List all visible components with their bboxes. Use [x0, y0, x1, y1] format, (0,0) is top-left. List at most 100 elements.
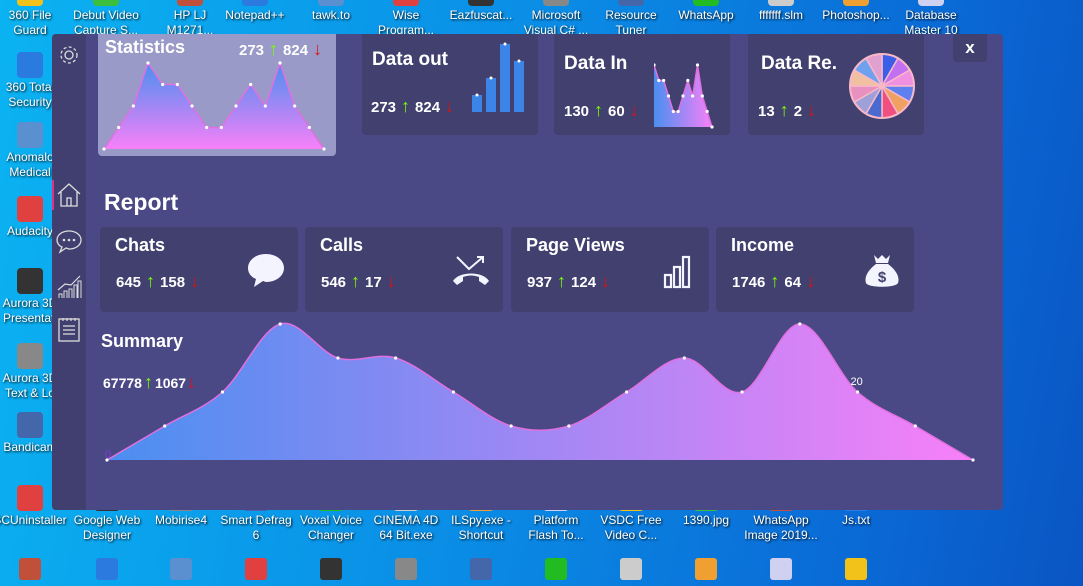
chat-icon[interactable]	[55, 227, 83, 255]
statistics-chart	[102, 60, 326, 151]
data-point	[451, 390, 455, 394]
shortcut-icon[interactable]	[845, 558, 867, 580]
up-count: 67778	[103, 375, 142, 391]
down-arrow-icon: ↓	[445, 96, 455, 116]
home-icon[interactable]	[55, 180, 83, 208]
bar	[472, 95, 482, 112]
down-count: 64	[784, 274, 802, 291]
summary-nums: 67778 ↑ 1067↓	[103, 372, 196, 393]
shortcut-icon[interactable]	[96, 558, 118, 580]
data-point	[117, 125, 121, 130]
app-icon	[318, 0, 344, 6]
document-icon[interactable]	[55, 315, 83, 343]
data-in-card[interactable]: Data In 130 ↑ 60 ↓	[554, 34, 730, 135]
desktop-icon[interactable]: Notepad++	[218, 0, 292, 23]
desktop-icon-label: Js.txt	[841, 513, 870, 527]
data-point	[681, 94, 685, 98]
chart-icon[interactable]	[55, 272, 83, 300]
app-icon	[618, 0, 644, 6]
data-point	[205, 125, 209, 130]
shortcut-icon[interactable]	[19, 558, 41, 580]
data-point	[278, 322, 282, 326]
report-card-chats[interactable]: Chats 645 ↑ 158 ↓	[100, 227, 298, 312]
data-point	[798, 322, 802, 326]
data-point	[855, 390, 860, 394]
desktop-icon-label: CINEMA 4D 64 Bit.exe	[373, 513, 439, 542]
desktop-icon[interactable]: Photoshop...	[819, 0, 893, 23]
desktop-icon[interactable]: tawk.to	[294, 0, 368, 23]
up-arrow-icon: ↑	[143, 372, 153, 392]
desktop-icon[interactable]: Database Master 10	[894, 0, 968, 38]
report-card-title: Income	[731, 235, 795, 255]
data-out-title: Data out	[372, 49, 448, 70]
shortcut-icon[interactable]	[170, 558, 192, 580]
data-point	[710, 125, 714, 129]
data-point	[263, 104, 267, 108]
up-arrow-icon: ↑	[770, 271, 780, 291]
app-icon	[918, 0, 944, 6]
shortcut-icon[interactable]	[620, 558, 642, 580]
desktop-icon[interactable]: fffffff.slm	[744, 0, 818, 23]
data-re-title: Data Re.	[761, 53, 838, 74]
gear-icon[interactable]	[55, 41, 83, 69]
data-out-nums: 273 ↑ 824 ↓	[371, 96, 454, 117]
data-point	[691, 94, 695, 98]
close-button[interactable]: x	[953, 34, 987, 62]
shortcut-icon[interactable]	[470, 558, 492, 580]
shortcut-icon[interactable]	[245, 558, 267, 580]
data-out-card[interactable]: Data out 273 ↑ 824 ↓	[362, 34, 538, 135]
report-card-income[interactable]: Income 1746 ↑ 64 ↓ $	[716, 227, 914, 312]
app-icon	[17, 196, 43, 222]
app-icon	[17, 0, 43, 6]
desktop-icon-label: fffffff.slm	[758, 8, 804, 22]
desktop-icon-label: tawk.to	[311, 8, 350, 22]
data-re-nums: 13 ↑ 2 ↓	[758, 100, 816, 121]
data-point	[509, 424, 513, 428]
shortcut-icon[interactable]	[395, 558, 417, 580]
down-arrow-icon: ↓	[806, 271, 816, 291]
data-point	[705, 109, 709, 114]
desktop-icon[interactable]: HP LJ M1271...	[153, 0, 227, 38]
shortcut-icon[interactable]	[320, 558, 342, 580]
desktop-icon[interactable]: Microsoft Visual C# ...	[519, 0, 593, 38]
data-point	[666, 94, 671, 98]
desktop-icon[interactable]: Wise Program...	[369, 0, 443, 38]
report-card-calls[interactable]: Calls 546 ↑ 17 ↓	[305, 227, 503, 312]
shortcut-icon[interactable]	[770, 558, 792, 580]
statistics-card[interactable]: Statistics 273 ↑ 824 ↓	[98, 34, 336, 156]
bar-point	[489, 76, 493, 80]
data-point	[249, 82, 253, 87]
down-count: 2	[793, 103, 803, 120]
up-arrow-icon: ↑	[351, 271, 361, 291]
shortcut-icon[interactable]	[545, 558, 567, 580]
desktop-icon-label: WhatsApp	[678, 8, 734, 22]
data-point	[322, 147, 326, 151]
report-card-page-views[interactable]: Page Views 937 ↑ 124 ↓	[511, 227, 709, 312]
speech-bubble-icon	[246, 251, 286, 294]
data-re-card[interactable]: Data Re. 13 ↑ 2 ↓	[748, 34, 924, 135]
data-point	[102, 147, 106, 151]
missed-call-icon	[451, 251, 491, 294]
desktop-icon[interactable]: WhatsApp	[669, 0, 743, 23]
app-icon	[17, 122, 43, 148]
down-arrow-icon: ↓	[601, 271, 611, 291]
desktop-icon[interactable]: Eazfuscat...	[444, 0, 518, 23]
data-point	[336, 356, 340, 360]
desktop-icon-label: 1390.jpg	[682, 513, 730, 527]
desktop-icon[interactable]: Resource Tuner	[594, 0, 668, 38]
desktop-icon[interactable]: Debut Video Capture S...	[69, 0, 143, 38]
data-point	[307, 125, 311, 130]
shortcut-icon[interactable]	[695, 558, 717, 580]
app-icon	[17, 343, 43, 369]
desktop-icon-label: Mobirise4	[154, 513, 208, 527]
app-icon	[768, 0, 794, 6]
down-count: 60	[608, 103, 625, 120]
report-card-title: Page Views	[526, 235, 625, 255]
data-point	[175, 82, 179, 87]
data-point	[654, 63, 656, 67]
desktop-icon[interactable]: 360 File Guard	[0, 0, 67, 38]
up-count: 937	[527, 274, 553, 291]
data-point	[657, 78, 661, 83]
app-icon	[242, 0, 268, 6]
data-point	[700, 94, 704, 98]
